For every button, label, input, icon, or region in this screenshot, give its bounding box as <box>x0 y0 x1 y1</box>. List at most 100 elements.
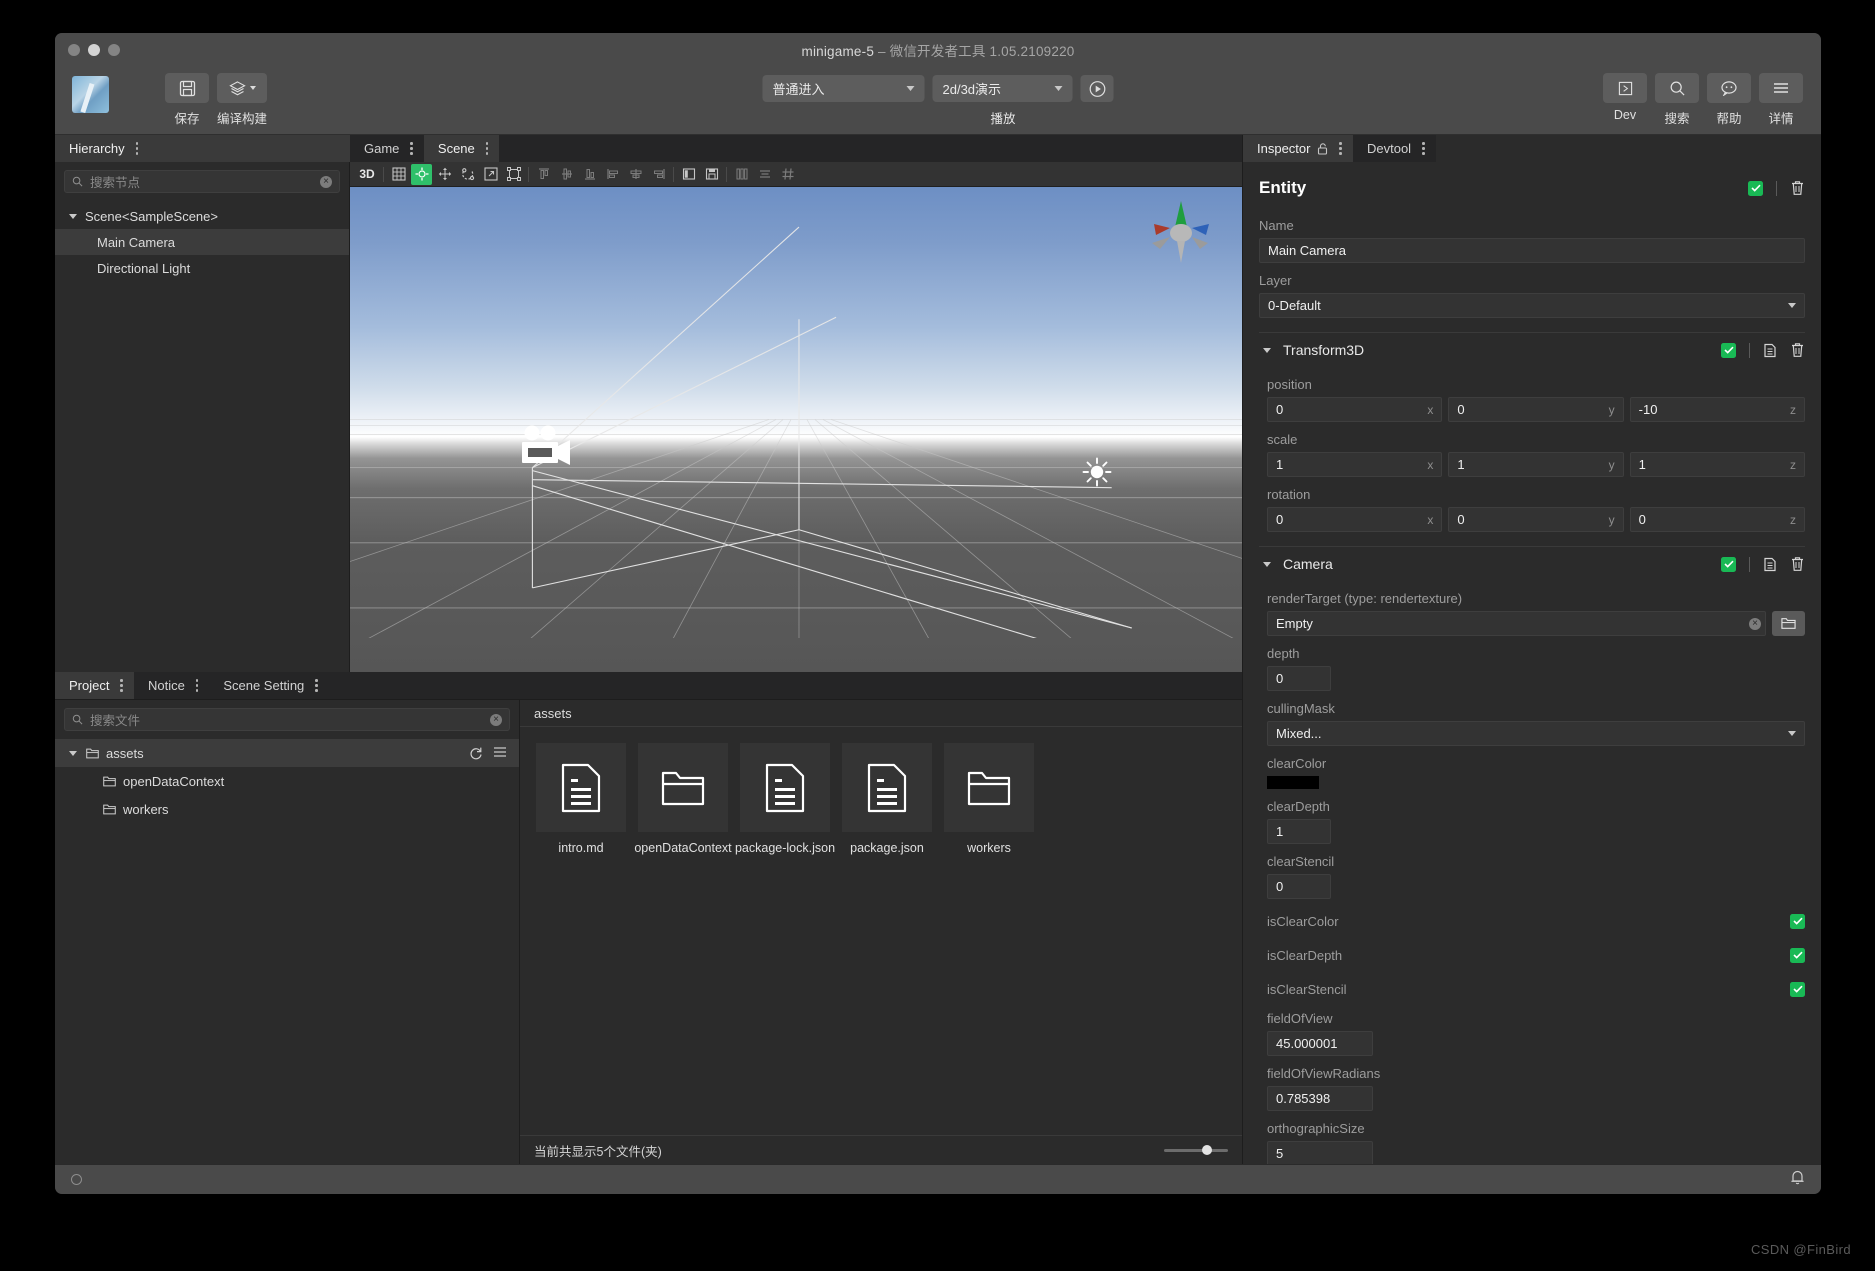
snap-grid-icon[interactable] <box>777 164 798 185</box>
axis-orientation-gizmo[interactable] <box>1144 195 1218 267</box>
chevron-down-icon[interactable] <box>1263 561 1271 567</box>
camera-header[interactable]: Camera <box>1259 547 1805 581</box>
iscleardepth-checkbox[interactable] <box>1790 947 1805 963</box>
maximize-button[interactable] <box>108 43 120 56</box>
fieldofviewradians-input[interactable]: 0.785398 <box>1267 1086 1373 1111</box>
rendertarget-input[interactable]: Empty × <box>1267 611 1766 636</box>
tab-scene-setting[interactable]: Scene Setting <box>209 672 329 699</box>
play-button[interactable] <box>1080 75 1114 102</box>
move-gizmo-icon[interactable] <box>411 163 432 185</box>
project-row-opendatacontext[interactable]: openDataContext <box>55 767 519 795</box>
kebab-menu-icon[interactable] <box>1422 142 1425 155</box>
kebab-menu-icon[interactable] <box>195 679 199 692</box>
delete-icon[interactable] <box>1790 556 1805 572</box>
rotation-x-input[interactable]: 0x <box>1267 507 1443 532</box>
distribute-h-icon[interactable] <box>678 164 699 185</box>
rect-gizmo-icon[interactable] <box>503 164 524 185</box>
clear-icon[interactable]: × <box>320 175 332 188</box>
distribute-v-icon[interactable] <box>701 164 722 185</box>
tab-notice[interactable]: Notice <box>133 672 210 699</box>
notification-area[interactable] <box>1790 1169 1805 1191</box>
rotate-gizmo-icon[interactable] <box>457 164 478 185</box>
directional-light-gizmo[interactable] <box>1082 457 1112 487</box>
align-top-icon[interactable] <box>533 164 554 185</box>
project-row-assets[interactable]: assets <box>55 739 519 767</box>
transform3d-enabled-checkbox[interactable] <box>1721 342 1736 358</box>
entity-enabled-checkbox[interactable] <box>1748 180 1763 196</box>
orthographicsize-input[interactable]: 5 <box>1267 1141 1373 1164</box>
tab-game[interactable]: Game <box>350 135 424 162</box>
kebab-menu-icon[interactable] <box>120 679 123 692</box>
help-button[interactable]: 帮助 <box>1707 73 1751 127</box>
project-search-input[interactable]: 搜索文件 × <box>64 708 510 731</box>
scale-gizmo-icon[interactable] <box>480 164 501 185</box>
isclearcolor-checkbox[interactable] <box>1790 913 1805 929</box>
scale-z-input[interactable]: 1z <box>1629 452 1805 477</box>
toggle-3d-button[interactable]: 3D <box>355 164 379 185</box>
isclearstencil-checkbox[interactable] <box>1790 981 1805 997</box>
delete-icon[interactable] <box>1790 180 1805 196</box>
tab-inspector[interactable]: Inspector <box>1243 135 1353 162</box>
dev-button[interactable]: Dev <box>1603 73 1647 127</box>
scene-viewport[interactable] <box>350 187 1242 672</box>
asset-item-package-json[interactable]: package.json <box>842 743 932 855</box>
align-center-icon[interactable] <box>625 164 646 185</box>
copy-icon[interactable] <box>1763 343 1777 358</box>
cullingmask-select[interactable]: Mixed... <box>1267 721 1805 746</box>
asset-item-package-lock-json[interactable]: package-lock.json <box>735 743 835 855</box>
rotation-z-input[interactable]: 0z <box>1629 507 1805 532</box>
tree-row-scene[interactable]: Scene<SampleScene> <box>55 203 349 229</box>
bell-icon[interactable] <box>1790 1169 1805 1186</box>
kebab-menu-icon[interactable] <box>1339 142 1342 155</box>
window-controls[interactable] <box>68 43 120 56</box>
rotation-y-input[interactable]: 0y <box>1448 507 1624 532</box>
chevron-down-icon[interactable] <box>69 213 77 219</box>
asset-item-intro-md[interactable]: intro.md <box>536 743 626 855</box>
clearcolor-swatch[interactable] <box>1267 776 1319 789</box>
project-row-workers[interactable]: workers <box>55 795 519 823</box>
lock-open-icon[interactable] <box>1317 142 1328 155</box>
grid-icon[interactable] <box>388 164 409 185</box>
scale-y-input[interactable]: 1y <box>1448 452 1624 477</box>
chevron-down-icon[interactable] <box>69 750 77 756</box>
save-button[interactable]: 保存 <box>165 73 209 127</box>
kebab-menu-icon[interactable] <box>485 142 489 155</box>
position-x-input[interactable]: 0x <box>1267 397 1443 422</box>
position-z-input[interactable]: -10 z <box>1629 397 1805 422</box>
tab-project[interactable]: Project <box>55 672 134 699</box>
pan-gizmo-icon[interactable] <box>434 164 455 185</box>
copy-icon[interactable] <box>1763 557 1777 572</box>
hierarchy-search-input[interactable]: 搜索节点 × <box>64 170 340 193</box>
mode-select[interactable]: 普通进入 <box>762 75 925 102</box>
tab-scene[interactable]: Scene <box>423 135 500 162</box>
kebab-menu-icon[interactable] <box>410 142 413 155</box>
camera-gizmo[interactable] <box>520 425 572 467</box>
assets-zoom-slider[interactable] <box>1164 1145 1228 1155</box>
columns-icon[interactable] <box>731 164 752 185</box>
menu-icon[interactable] <box>493 746 507 758</box>
transform3d-header[interactable]: Transform3D <box>1259 333 1805 367</box>
delete-icon[interactable] <box>1790 342 1805 358</box>
align-left-icon[interactable] <box>602 164 623 185</box>
clear-icon[interactable]: × <box>490 713 502 726</box>
kebab-menu-icon[interactable] <box>135 142 139 155</box>
asset-item-opendatacontext[interactable]: openDataContext <box>634 743 732 855</box>
scene-select[interactable]: 2d/3d演示 <box>932 75 1073 102</box>
camera-enabled-checkbox[interactable] <box>1721 556 1736 572</box>
details-button[interactable]: 详情 <box>1759 73 1803 127</box>
tree-row-directional-light[interactable]: Directional Light <box>55 255 349 281</box>
align-middle-icon[interactable] <box>556 164 577 185</box>
tab-devtool[interactable]: Devtool <box>1352 135 1436 162</box>
position-y-input[interactable]: 0y <box>1448 397 1624 422</box>
refresh-icon[interactable] <box>469 746 483 760</box>
chevron-down-icon[interactable] <box>1263 347 1271 353</box>
scale-x-input[interactable]: 1x <box>1267 452 1443 477</box>
entity-name-input[interactable]: Main Camera <box>1259 238 1805 263</box>
slider-handle[interactable] <box>1202 1145 1212 1155</box>
align-right-icon[interactable] <box>648 164 669 185</box>
rows-icon[interactable] <box>754 164 775 185</box>
clearstencil-input[interactable]: 0 <box>1267 874 1331 899</box>
search-button[interactable]: 搜索 <box>1655 73 1699 127</box>
clear-icon[interactable]: × <box>1749 617 1761 630</box>
tab-hierarchy[interactable]: Hierarchy <box>55 135 350 162</box>
